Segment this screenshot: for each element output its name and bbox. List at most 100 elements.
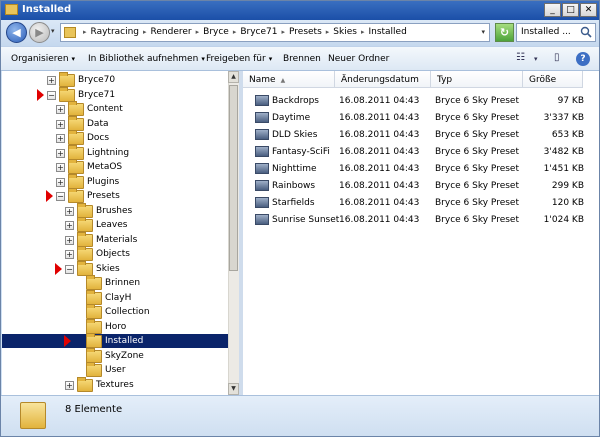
- file-row[interactable]: Daytime 16.08.2011 04:43 Bryce 6 Sky Prese…: [251, 109, 599, 126]
- expand-icon[interactable]: +: [65, 250, 74, 259]
- breadcrumb-item[interactable]: Bryce71: [240, 27, 277, 37]
- organize-button[interactable]: Organisieren ▾: [11, 54, 75, 64]
- refresh-button[interactable]: ↻: [495, 23, 514, 42]
- tree-item[interactable]: + Leaves: [2, 217, 228, 232]
- breadcrumb-separator-icon[interactable]: ▸: [233, 28, 237, 36]
- breadcrumb-item[interactable]: Raytracing: [91, 27, 140, 37]
- view-options-icon[interactable]: ☷: [516, 52, 525, 63]
- file-row[interactable]: Rainbows 16.08.2011 04:43 Bryce 6 Sky Pres…: [251, 177, 599, 194]
- folder-icon: [86, 347, 102, 363]
- breadcrumb-item[interactable]: Installed: [368, 27, 406, 37]
- tree-item[interactable]: + Materials: [2, 231, 228, 247]
- tree-item[interactable]: ClayH: [2, 289, 228, 305]
- tree-item[interactable]: − Bryce71: [2, 86, 228, 102]
- breadcrumb-separator-icon[interactable]: ▸: [143, 28, 147, 36]
- title-bar[interactable]: Installed _ □ ✕: [1, 1, 599, 20]
- file-row[interactable]: Backdrops 16.08.2011 04:43 Bryce 6 Sky Pre…: [251, 92, 599, 109]
- search-input[interactable]: Installed ...: [516, 23, 596, 42]
- folder-icon: [77, 376, 93, 392]
- breadcrumb-item[interactable]: Renderer: [151, 27, 192, 37]
- file-name: Backdrops: [272, 96, 319, 106]
- scrollbar-thumb[interactable]: [229, 85, 238, 271]
- tree-item[interactable]: − Presets: [2, 188, 228, 203]
- tree-item[interactable]: + Brushes: [2, 202, 228, 218]
- expand-icon[interactable]: +: [56, 163, 65, 172]
- file-row[interactable]: DLD Skies 16.08.2011 04:43 Bryce 6 Sky Pre…: [251, 126, 599, 143]
- file-name: DLD Skies: [272, 130, 318, 140]
- recent-pages-dropdown-icon[interactable]: ▾: [51, 27, 55, 35]
- expand-icon[interactable]: +: [65, 221, 74, 230]
- file-date: 16.08.2011 04:43: [339, 164, 420, 174]
- tree-item[interactable]: SkyZone: [2, 347, 228, 363]
- expand-icon[interactable]: +: [47, 76, 56, 85]
- column-header-type[interactable]: Typ: [431, 71, 523, 88]
- expand-icon[interactable]: +: [65, 206, 74, 216]
- collapse-icon[interactable]: −: [65, 264, 74, 274]
- address-bar[interactable]: ▸ Raytracing ▸ Renderer ▸ Bryce ▸ Bryce71 ▸ Prese…: [60, 23, 490, 42]
- folder-icon: [5, 4, 18, 15]
- tree-item[interactable]: Collection: [2, 304, 228, 319]
- share-with-button[interactable]: Freigeben für ▾: [206, 54, 272, 64]
- tree-item[interactable]: + MetaOS: [2, 159, 228, 174]
- chevron-down-icon[interactable]: ▾: [534, 55, 538, 63]
- expand-icon[interactable]: +: [56, 119, 65, 129]
- tree-item[interactable]: User: [2, 362, 228, 377]
- forward-button[interactable]: ▶: [29, 22, 50, 43]
- column-header-size[interactable]: Größe: [523, 71, 583, 88]
- tree-item[interactable]: + Data: [2, 115, 228, 131]
- tree-item[interactable]: + Lightning: [2, 144, 228, 160]
- chevron-down-icon[interactable]: ▾: [481, 28, 485, 36]
- file-row[interactable]: Nighttime 16.08.2011 04:43 Bryce 6 Sky Pre…: [251, 160, 599, 177]
- maximize-button[interactable]: □: [562, 3, 579, 17]
- file-row[interactable]: Fantasy-SciFi 16.08.2011 04:43 Bryce 6 Sky…: [251, 143, 599, 160]
- breadcrumb-item[interactable]: Bryce: [203, 27, 229, 37]
- expand-icon[interactable]: +: [56, 105, 65, 114]
- add-to-library-button[interactable]: In Bibliothek aufnehmen ▾: [88, 54, 205, 64]
- tree-item[interactable]: Horo: [2, 318, 228, 334]
- folder-icon: [86, 275, 102, 290]
- expand-icon[interactable]: +: [56, 148, 65, 158]
- tree-item-label: Lightning: [87, 147, 130, 158]
- tree-item[interactable]: Installed: [2, 333, 228, 348]
- expand-icon[interactable]: +: [65, 380, 74, 390]
- breadcrumb-separator-icon[interactable]: ▸: [361, 28, 365, 36]
- folder-icon: [86, 362, 102, 377]
- tree-item[interactable]: + Plugins: [2, 173, 228, 189]
- search-icon[interactable]: [580, 26, 592, 38]
- tree-item[interactable]: + Bryce70: [2, 72, 228, 87]
- tree-item[interactable]: + Objects: [2, 246, 228, 261]
- tree-item[interactable]: + Docs: [2, 130, 228, 145]
- breadcrumb-separator-icon[interactable]: ▸: [83, 28, 87, 36]
- tree-item[interactable]: + Textures: [2, 376, 228, 392]
- column-header-date[interactable]: Änderungsdatum: [335, 71, 431, 88]
- expand-icon[interactable]: +: [56, 134, 65, 143]
- close-button[interactable]: ✕: [580, 3, 597, 17]
- collapse-icon[interactable]: −: [47, 90, 56, 100]
- new-folder-button[interactable]: Neuer Ordner: [328, 54, 389, 64]
- back-button[interactable]: ◀: [6, 22, 27, 43]
- collapse-icon[interactable]: −: [56, 192, 65, 201]
- breadcrumb-item[interactable]: Skies: [333, 27, 357, 37]
- breadcrumb-item[interactable]: Presets: [289, 27, 322, 37]
- burn-button[interactable]: Brennen: [283, 54, 321, 64]
- preview-pane-icon[interactable]: ▯: [554, 52, 560, 63]
- scroll-down-icon[interactable]: ▼: [228, 383, 239, 395]
- file-row[interactable]: Starfields 16.08.2011 04:43 Bryce 6 Sky Pr…: [251, 194, 599, 211]
- tree-item-label: Presets: [87, 191, 120, 201]
- help-icon[interactable]: ?: [576, 52, 590, 66]
- column-header-name[interactable]: Name ▲: [243, 71, 335, 88]
- expand-icon[interactable]: +: [65, 235, 74, 245]
- file-row[interactable]: Sunrise Sunset 16.08.2011 04:43 Bryce 6 Sk…: [251, 211, 599, 228]
- tree-item[interactable]: + Content: [2, 101, 228, 116]
- scroll-up-icon[interactable]: ▲: [228, 71, 239, 83]
- expand-icon[interactable]: +: [56, 177, 65, 187]
- file-name: Sunrise Sunset: [272, 215, 340, 225]
- minimize-button[interactable]: _: [544, 3, 561, 17]
- breadcrumb-separator-icon[interactable]: ▸: [282, 28, 286, 36]
- breadcrumb-separator-icon[interactable]: ▸: [326, 28, 330, 36]
- tree-item[interactable]: − Skies: [2, 260, 228, 276]
- breadcrumb-separator-icon[interactable]: ▸: [196, 28, 200, 36]
- chevron-down-icon: ▾: [71, 55, 76, 63]
- tree-item[interactable]: Brinnen: [2, 275, 228, 290]
- tree-item-label: Content: [87, 104, 123, 114]
